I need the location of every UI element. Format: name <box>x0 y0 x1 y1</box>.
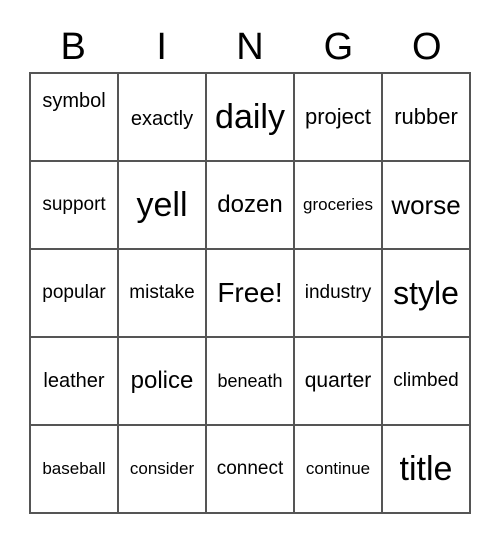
bingo-cell[interactable]: title <box>382 425 470 513</box>
header-letter: G <box>323 26 354 68</box>
bingo-cell[interactable]: daily <box>206 73 294 161</box>
bingo-cell[interactable]: dozen <box>206 161 294 249</box>
bingo-cell[interactable]: consider <box>118 425 206 513</box>
bingo-cell[interactable]: exactly <box>118 73 206 161</box>
bingo-cell[interactable]: rubber <box>382 73 470 161</box>
bingo-cell[interactable]: worse <box>382 161 470 249</box>
bingo-cell[interactable]: industry <box>294 249 382 337</box>
bingo-cell[interactable]: baseball <box>30 425 118 513</box>
bingo-cell[interactable]: continue <box>294 425 382 513</box>
bingo-cell[interactable]: leather <box>30 337 118 425</box>
bingo-cell[interactable]: police <box>118 337 206 425</box>
bingo-cell[interactable]: climbed <box>382 337 470 425</box>
bingo-cell[interactable]: quarter <box>294 337 382 425</box>
bingo-header: B I N G O <box>29 22 471 72</box>
bingo-cell[interactable]: support <box>30 161 118 249</box>
header-letter: B <box>60 26 86 68</box>
free-space-cell[interactable]: Free! <box>206 249 294 337</box>
bingo-cell[interactable]: yell <box>118 161 206 249</box>
bingo-cell[interactable]: mistake <box>118 249 206 337</box>
bingo-cell[interactable]: project <box>294 73 382 161</box>
bingo-cell[interactable]: connect <box>206 425 294 513</box>
bingo-cell[interactable]: beneath <box>206 337 294 425</box>
header-letter: N <box>236 26 264 68</box>
header-letter: I <box>156 26 167 68</box>
bingo-cell[interactable]: style <box>382 249 470 337</box>
header-letter: O <box>412 26 442 68</box>
bingo-cell[interactable]: popular <box>30 249 118 337</box>
bingo-cell[interactable]: symbol <box>30 73 118 161</box>
bingo-cell[interactable]: groceries <box>294 161 382 249</box>
bingo-grid: symbol exactly daily project rubber supp… <box>29 72 471 514</box>
